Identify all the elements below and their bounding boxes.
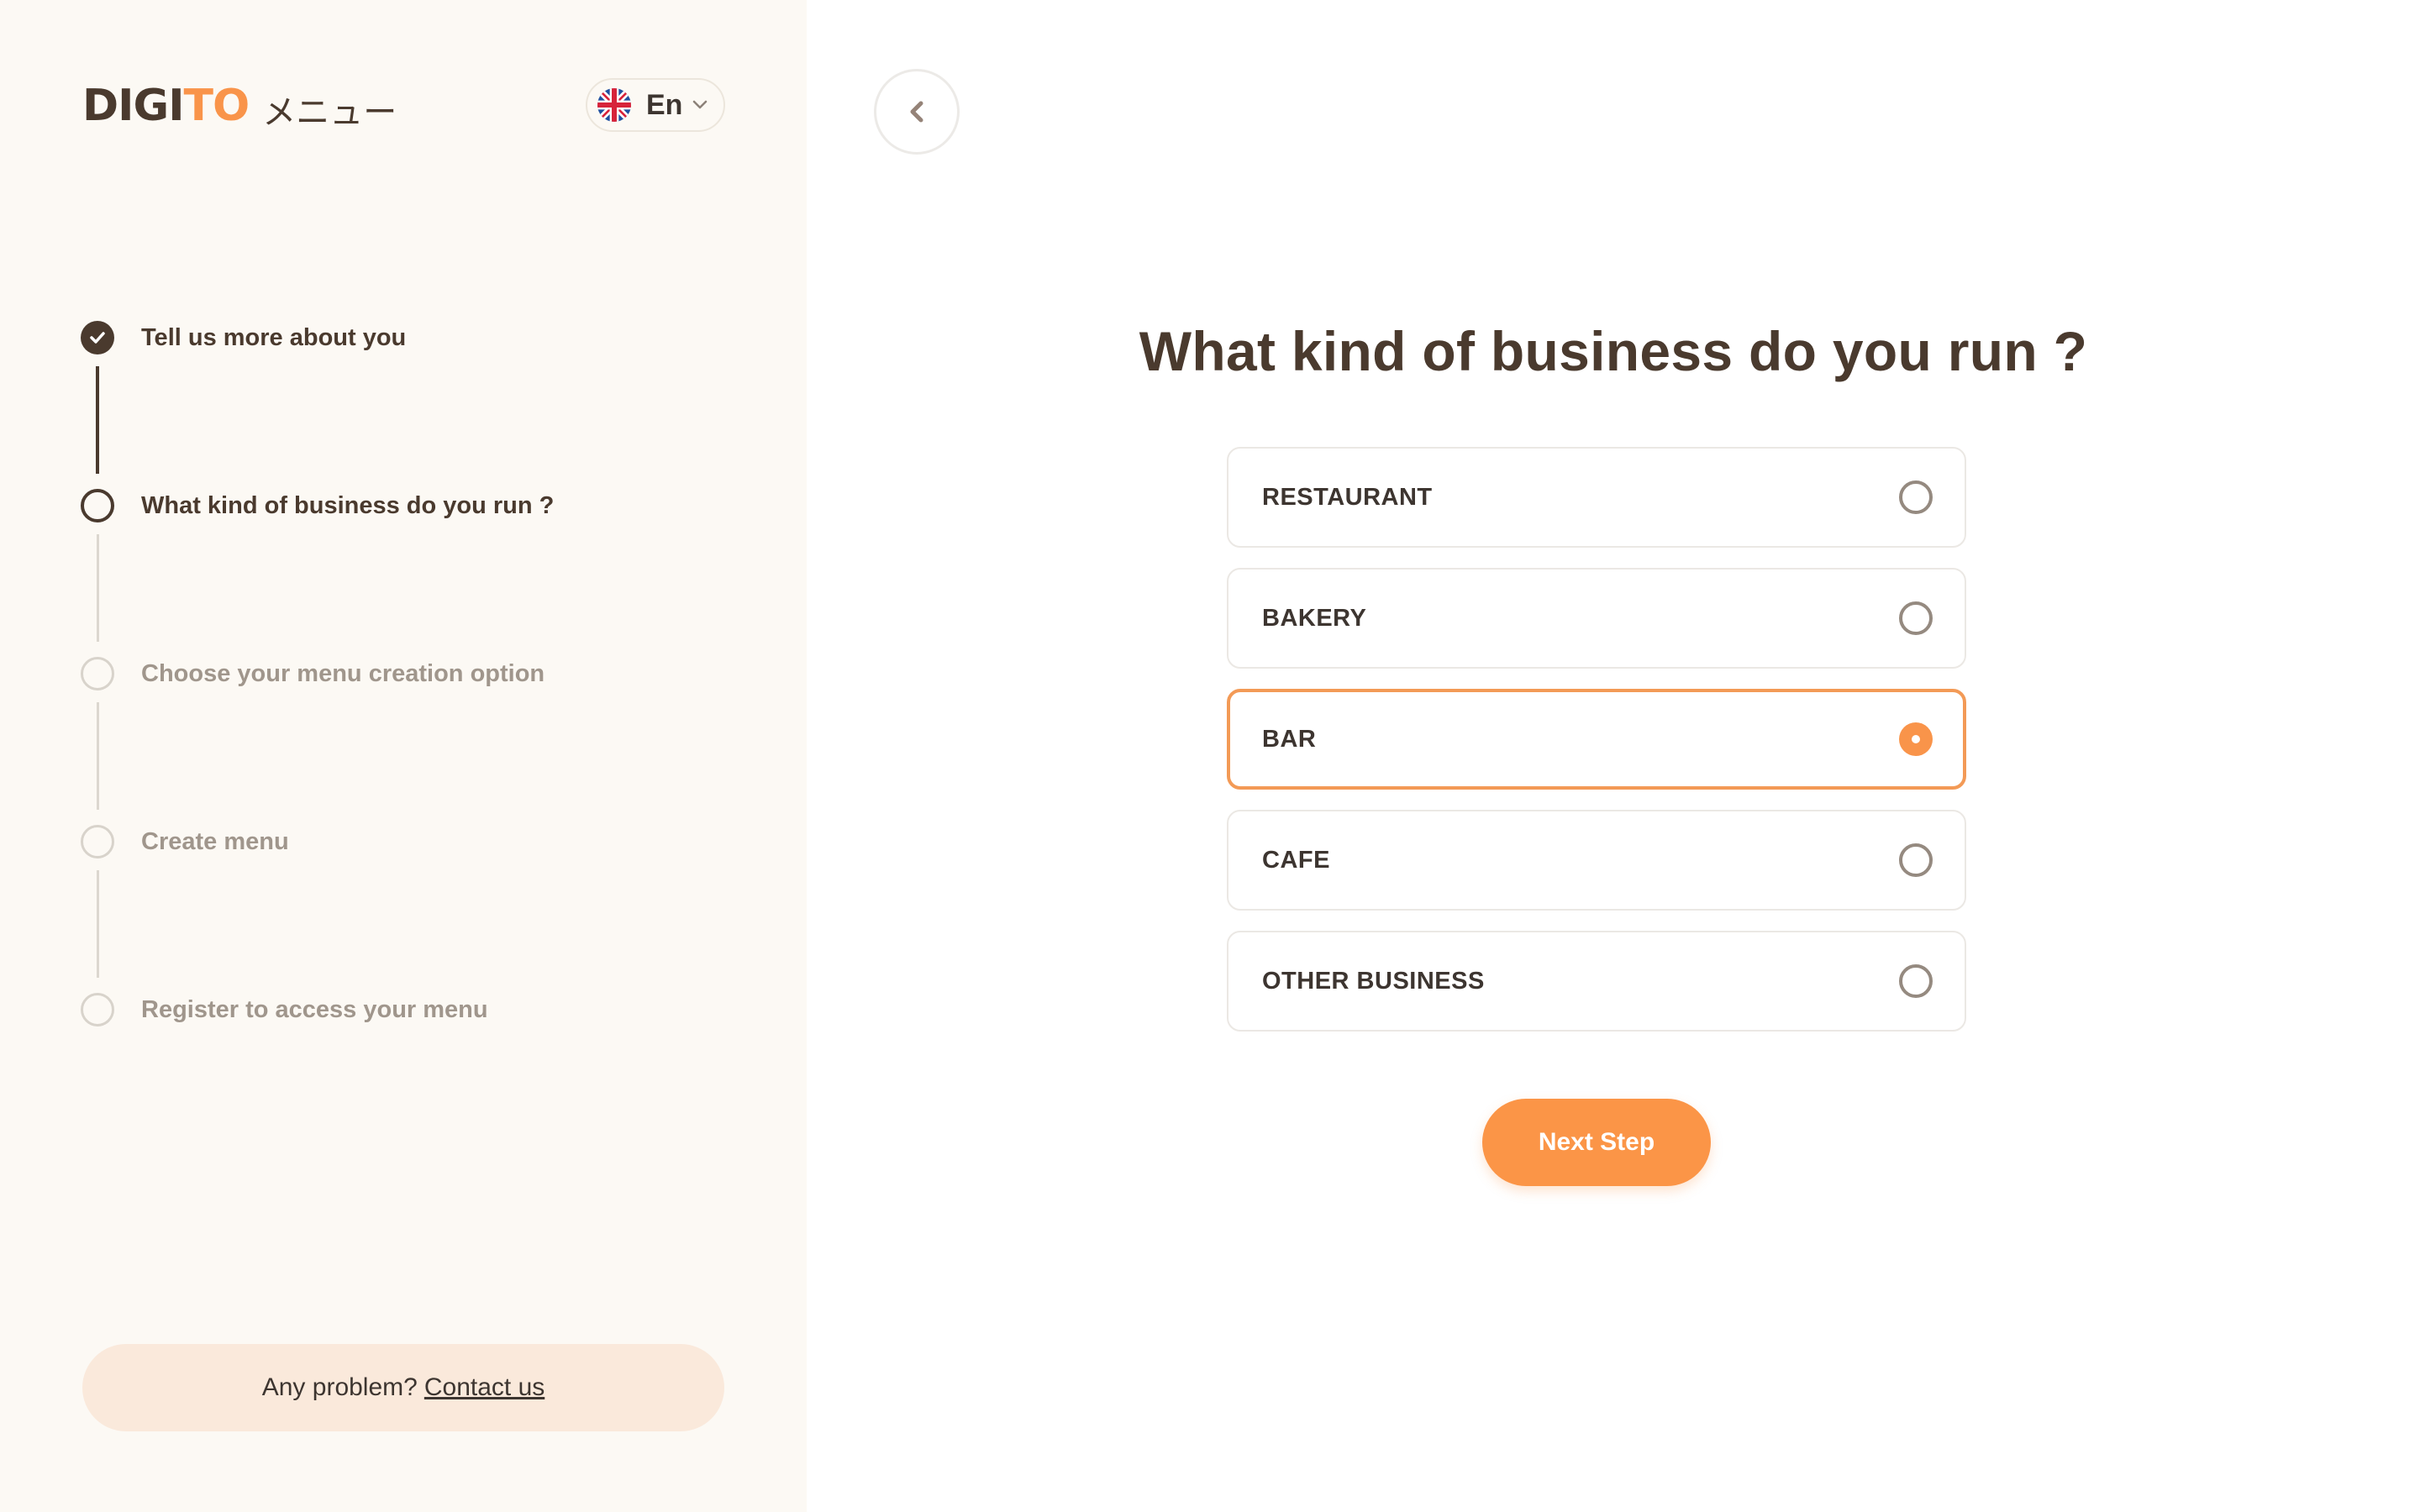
- step-menu-creation-option: Choose your menu creation option: [81, 655, 719, 692]
- help-banner: Any problem? Contact us: [82, 1344, 724, 1431]
- uk-flag-icon: [597, 88, 631, 122]
- option-label: RESTAURANT: [1262, 483, 1433, 511]
- step-pending-indicator: [81, 993, 114, 1026]
- step-business-type: What kind of business do you run ?: [81, 487, 719, 524]
- page-title: What kind of business do you run ?: [1139, 320, 2088, 382]
- option-bakery[interactable]: BAKERY: [1227, 568, 1966, 669]
- radio-button-checked[interactable]: [1899, 722, 1933, 756]
- back-button[interactable]: [874, 69, 960, 155]
- step-connector: [97, 870, 99, 978]
- sidebar: DIGI TO メニュー En Tell us more about you W…: [0, 0, 807, 1512]
- step-completed-indicator: [81, 321, 114, 354]
- step-label: Choose your menu creation option: [141, 659, 545, 687]
- option-label: BAKERY: [1262, 604, 1367, 632]
- checkmark-icon: [90, 332, 105, 344]
- logo-text-menu: メニュー: [262, 93, 397, 132]
- option-bar[interactable]: BAR: [1227, 689, 1966, 790]
- logo: DIGI TO メニュー: [82, 81, 397, 132]
- radio-button[interactable]: [1899, 480, 1933, 514]
- step-pending-indicator: [81, 825, 114, 858]
- logo-text-to: TO: [183, 81, 250, 131]
- radio-dot: [1912, 735, 1920, 743]
- step-connector: [97, 534, 99, 642]
- step-label: Tell us more about you: [141, 323, 407, 351]
- app-root: DIGI TO メニュー En Tell us more about you W…: [0, 0, 2420, 1512]
- main-content: What kind of business do you run ? RESTA…: [807, 0, 2420, 1512]
- step-tell-us-about-you: Tell us more about you: [81, 319, 719, 356]
- step-current-indicator: [81, 489, 114, 522]
- step-pending-indicator: [81, 657, 114, 690]
- step-label: Register to access your menu: [141, 995, 488, 1023]
- option-label: BAR: [1262, 725, 1317, 753]
- option-other-business[interactable]: OTHER BUSINESS: [1227, 931, 1966, 1032]
- logo-text-digi: DIGI: [82, 81, 185, 131]
- step-label: Create menu: [141, 827, 289, 855]
- chevron-down-icon: [693, 100, 708, 109]
- radio-button[interactable]: [1899, 843, 1933, 877]
- radio-button[interactable]: [1899, 964, 1933, 998]
- next-step-button[interactable]: Next Step: [1482, 1099, 1711, 1186]
- contact-us-link[interactable]: Contact us: [424, 1373, 544, 1402]
- step-label: What kind of business do you run ?: [141, 491, 555, 519]
- option-label: OTHER BUSINESS: [1262, 967, 1485, 995]
- option-restaurant[interactable]: RESTAURANT: [1227, 447, 1966, 548]
- radio-button[interactable]: [1899, 601, 1933, 635]
- language-selector[interactable]: En: [586, 78, 725, 132]
- option-label: CAFE: [1262, 846, 1330, 874]
- chevron-left-icon: [910, 101, 923, 123]
- step-register: Register to access your menu: [81, 991, 719, 1028]
- step-connector: [96, 366, 99, 474]
- option-cafe[interactable]: CAFE: [1227, 810, 1966, 911]
- language-label: En: [646, 88, 683, 121]
- help-text: Any problem?: [261, 1373, 418, 1401]
- business-type-options: RESTAURANT BAKERY BAR CAFE OTHER BUSINES…: [1227, 447, 1966, 1052]
- step-connector: [97, 702, 99, 810]
- step-create-menu: Create menu: [81, 823, 719, 860]
